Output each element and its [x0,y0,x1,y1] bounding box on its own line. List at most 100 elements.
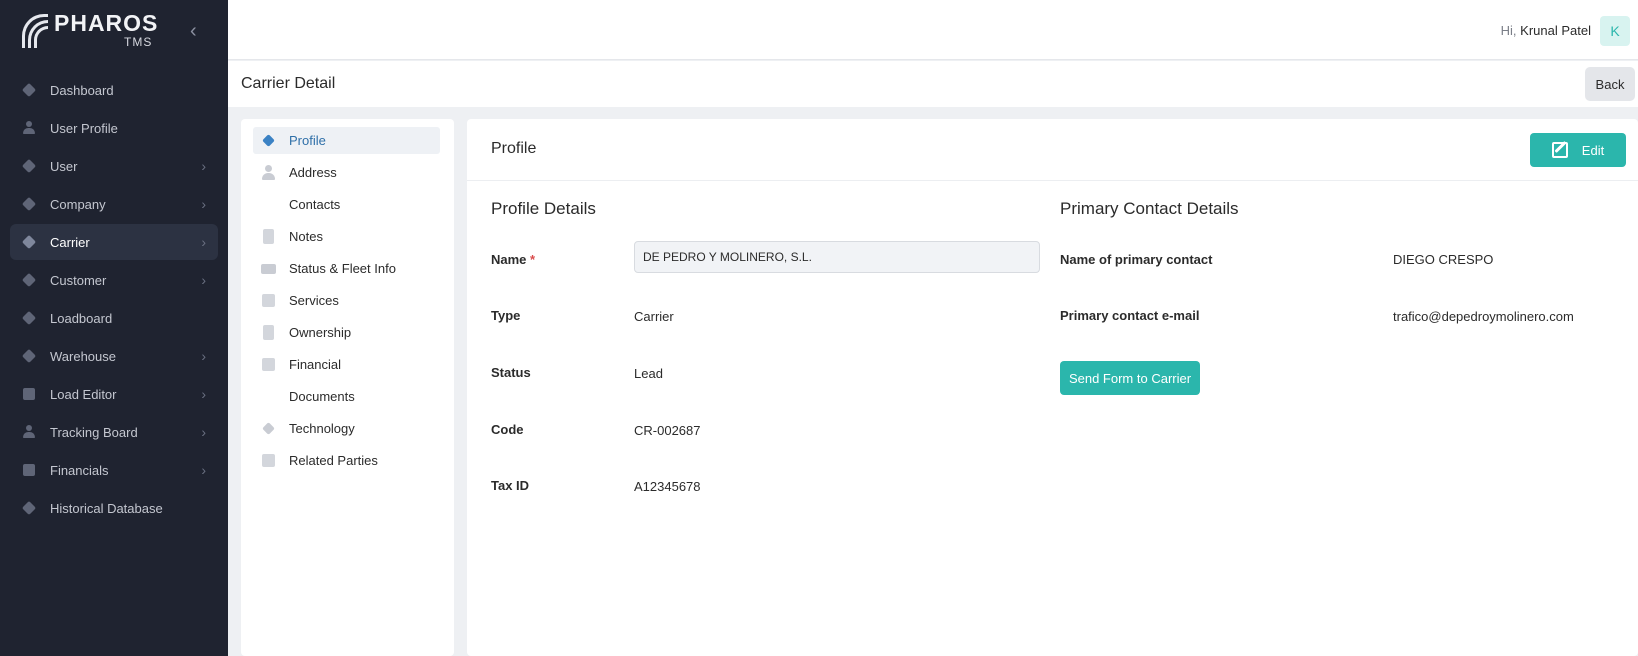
sidebar-item-label: Warehouse [50,348,116,364]
page-header: Carrier Detail Back [228,61,1638,107]
tab-label: Services [289,293,339,308]
user-name[interactable]: Krunal Patel [1520,23,1591,38]
status-label: Status [491,365,531,380]
tab-label: Financial [289,357,342,372]
greeting-prefix: Hi, [1500,23,1517,38]
person-icon [261,165,276,180]
send-form-to-carrier-button[interactable]: Send Form to Carrier [1060,361,1200,395]
diamond-icon [21,234,37,250]
tab-contacts[interactable]: Contacts [253,191,440,218]
tab-notes[interactable]: Notes [253,223,440,250]
envelope-icon [261,261,276,276]
pharos-logo[interactable]: PHAROS TMS [20,8,158,52]
tab-label: Profile [289,133,326,148]
pharos-logo-mark-icon [20,10,50,50]
diamond-icon [21,310,37,326]
sidebar-item-tracking-board[interactable]: Tracking Board › [10,414,218,450]
tab-address[interactable]: Address [253,159,440,186]
logo-subtitle: TMS [124,35,153,49]
code-label: Code [491,422,524,437]
tab-services[interactable]: Services [253,287,440,314]
sidebar-item-customer[interactable]: Customer › [10,262,218,298]
sidebar-item-user[interactable]: User › [10,148,218,184]
primary-contact-email-value[interactable]: trafico@depedroymolinero.com [1393,309,1574,324]
sidebar-item-label: Financials [50,462,109,478]
card-title: Profile [491,140,537,157]
tab-label: Status & Fleet Info [289,261,396,276]
profile-card-header: Profile Edit [467,119,1638,181]
tab-related-parties[interactable]: Related Parties [253,447,440,474]
back-button[interactable]: Back [1585,67,1635,101]
calculator-icon [22,463,36,477]
contacts-icon [261,197,276,212]
tax-id-label: Tax ID [491,478,530,493]
sidebar-item-label: Customer [50,272,107,288]
name-label: Name * [491,252,535,267]
sidebar-item-historical-database[interactable]: Historical Database [10,490,218,526]
chevron-right-icon: › [201,234,206,250]
profile-details-title: Profile Details [491,199,596,218]
sidebar-item-dashboard[interactable]: Dashboard [10,72,218,108]
tab-label: Ownership [289,325,352,340]
collapse-sidebar-icon[interactable]: ‹ [190,20,197,43]
sidebar-item-user-profile[interactable]: User Profile [10,110,218,146]
sidebar-item-carrier[interactable]: Carrier › [10,224,218,260]
tab-technology[interactable]: Technology [253,415,440,442]
chevron-right-icon: › [201,424,206,440]
user-group-icon [22,121,36,135]
carrier-detail-menu: Profile Address Contacts Notes Status & … [241,119,454,656]
tab-label: Contacts [289,197,341,212]
profile-card: Profile Edit Profile Details Name * Type… [467,119,1638,656]
diamond-icon [261,133,276,148]
sidebar-item-loadboard[interactable]: Loadboard [10,300,218,336]
card-icon [261,453,276,468]
chevron-right-icon: › [201,272,206,288]
tax-id-value: A12345678 [634,479,701,494]
code-value: CR-002687 [634,423,701,438]
sidebar-item-label: Loadboard [50,310,113,326]
page-title: Carrier Detail [241,75,336,92]
tab-documents[interactable]: Documents [253,383,440,410]
required-asterisk: * [530,252,536,267]
primary-contact-name-value: DIEGO CRESPO [1393,252,1494,267]
sidebar: PHAROS TMS ‹ Dashboard User Profile User… [0,0,228,656]
diamond-icon [21,500,37,516]
status-value: Lead [634,366,663,381]
tab-label: Notes [289,229,323,244]
sidebar-item-label: Carrier [50,234,90,250]
tab-financial[interactable]: Financial [253,351,440,378]
person-icon [22,425,36,439]
diamond-icon [21,196,37,212]
sidebar-item-label: User Profile [50,120,118,136]
type-label: Type [491,308,521,323]
avatar[interactable]: K [1600,16,1630,46]
tab-status-fleet-info[interactable]: Status & Fleet Info [253,255,440,282]
sidebar-item-company[interactable]: Company › [10,186,218,222]
chevron-right-icon: › [201,348,206,364]
sidebar-item-label: User [50,158,78,174]
logo-title: PHAROS [54,10,159,36]
diamond-icon [261,421,276,436]
note-icon [261,229,276,244]
sidebar-item-warehouse[interactable]: Warehouse › [10,338,218,374]
diamond-icon [21,82,37,98]
tab-label: Address [289,165,337,180]
name-input[interactable] [634,241,1040,273]
edit-icon [1551,142,1568,158]
tab-profile[interactable]: Profile [253,127,440,154]
top-bar: Hi, Krunal Patel K [228,0,1638,60]
sidebar-item-label: Load Editor [50,386,117,402]
sidebar-nav: Dashboard User Profile User › Company › … [10,72,218,528]
sidebar-item-load-editor[interactable]: Load Editor › [10,376,218,412]
chevron-right-icon: › [201,158,206,174]
card-icon [261,293,276,308]
sidebar-item-financials[interactable]: Financials › [10,452,218,488]
edit-button[interactable]: Edit [1530,133,1626,167]
diamond-icon [21,158,37,174]
sidebar-item-label: Tracking Board [50,424,138,440]
box-icon [22,387,36,401]
primary-contact-title: Primary Contact Details [1060,199,1239,218]
diamond-icon [21,272,37,288]
name-label-text: Name [491,252,527,267]
tab-ownership[interactable]: Ownership [253,319,440,346]
